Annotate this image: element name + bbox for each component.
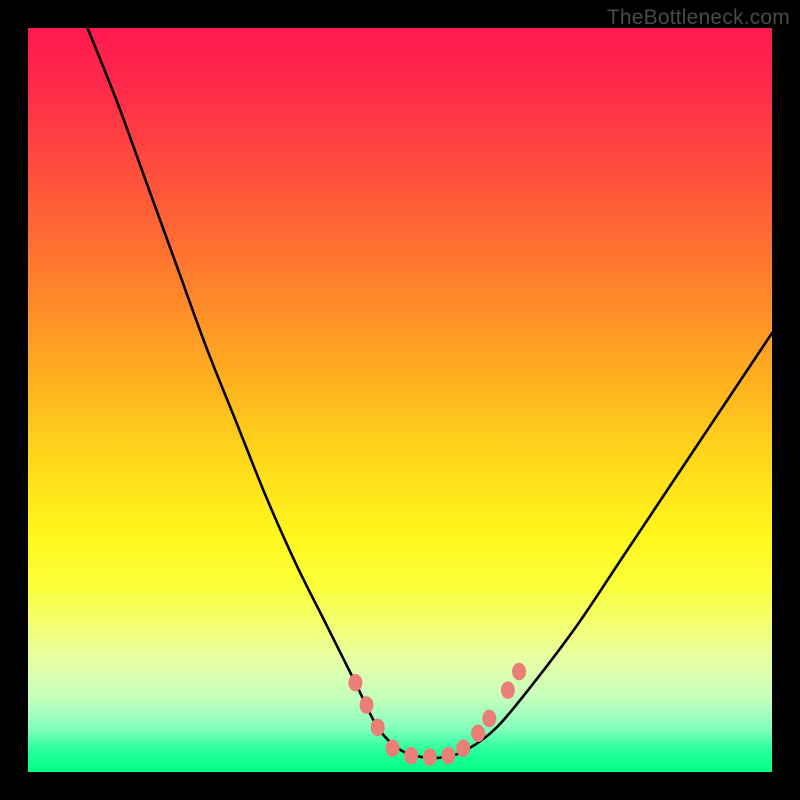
- sweet-spot-marker: [371, 719, 385, 737]
- sweet-spot-marker: [456, 739, 470, 757]
- sweet-spot-marker: [360, 696, 374, 714]
- sweet-spot-marker: [441, 747, 455, 765]
- curve-layer: [28, 28, 772, 772]
- plot-area: [28, 28, 772, 772]
- sweet-spot-marker: [501, 681, 515, 699]
- sweet-spot-marker: [482, 710, 496, 728]
- sweet-spot-markers: [348, 663, 526, 766]
- watermark-text: TheBottleneck.com: [607, 6, 790, 30]
- bottleneck-curve: [88, 28, 772, 758]
- sweet-spot-marker: [386, 739, 400, 757]
- sweet-spot-marker: [512, 663, 526, 681]
- sweet-spot-marker: [423, 748, 437, 766]
- bottleneck-curve-path: [88, 28, 772, 758]
- sweet-spot-marker: [404, 747, 418, 765]
- sweet-spot-marker: [348, 674, 362, 692]
- chart-frame: TheBottleneck.com: [0, 0, 800, 800]
- sweet-spot-marker: [471, 725, 485, 743]
